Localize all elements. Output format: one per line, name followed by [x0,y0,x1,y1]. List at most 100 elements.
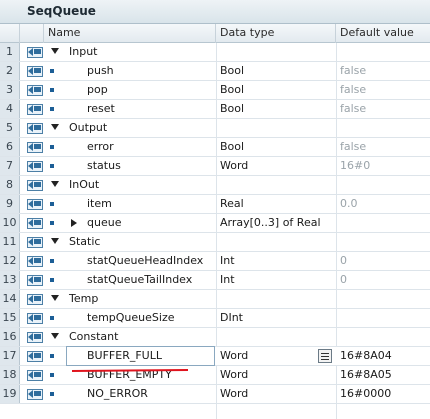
row-number[interactable]: 5 [0,119,20,137]
row-number[interactable]: 9 [0,195,20,213]
param-name[interactable]: reset [87,100,115,118]
param-name[interactable]: status [87,157,121,175]
param-data-type[interactable]: Bool [220,62,244,80]
table-row[interactable]: 4 reset Bool false [0,100,430,119]
table-row[interactable]: 15 tempQueueSize DInt [0,309,430,328]
table-row[interactable]: 9 item Real 0.0 [0,195,430,214]
table-row[interactable]: 3 pop Bool false [0,81,430,100]
table-row[interactable]: 13 statQueueTailIndex Int 0 [0,271,430,290]
row-number[interactable]: 11 [0,233,20,251]
table-row[interactable]: 7 status Word 16#0 [0,157,430,176]
param-default-value[interactable]: 16#8A04 [340,347,392,365]
row-number[interactable]: 18 [0,366,20,384]
param-data-type[interactable]: Word [220,366,248,384]
row-bullet-icon [50,278,54,282]
param-data-type[interactable]: Word [220,385,248,403]
param-data-type[interactable]: DInt [220,309,243,327]
param-name[interactable]: NO_ERROR [87,385,148,403]
param-data-type[interactable]: Bool [220,81,244,99]
row-bullet-icon [50,107,54,111]
collapse-chevron-icon[interactable] [51,124,59,130]
param-default-value[interactable]: false [340,62,366,80]
row-number[interactable]: 1 [0,43,20,61]
row-number[interactable]: 19 [0,385,20,403]
interface-param-icon [27,66,43,77]
row-number[interactable]: 4 [0,100,20,118]
param-name[interactable]: statQueueTailIndex [87,271,192,289]
param-default-value[interactable]: 0 [340,271,347,289]
interface-param-icon [27,256,43,267]
table-row[interactable]: 2 push Bool false [0,62,430,81]
param-name[interactable]: Temp [69,290,98,308]
collapse-chevron-icon[interactable] [51,295,59,301]
row-number[interactable]: 16 [0,328,20,346]
collapse-chevron-icon[interactable] [51,48,59,54]
table-row[interactable]: 5 Output [0,119,430,138]
param-name[interactable]: queue [87,214,121,232]
table-row[interactable]: 17 BUFFER_FULL Word 16#8A04 [0,346,430,366]
param-name[interactable]: statQueueHeadIndex [87,252,203,270]
param-data-type[interactable]: Array[0..3] of Real [220,214,321,232]
table-row[interactable]: 6 error Bool false [0,138,430,157]
param-default-value[interactable]: false [340,100,366,118]
row-number[interactable]: 10 [0,214,20,232]
param-default-value[interactable]: 16#0 [340,157,370,175]
param-default-value[interactable]: 0.0 [340,195,358,213]
param-default-value[interactable]: 0 [340,252,347,270]
param-default-value[interactable]: false [340,138,366,156]
param-data-type[interactable]: Real [220,195,244,213]
header-icon [20,24,44,43]
table-row[interactable]: 10 queue Array[0..3] of Real [0,214,430,233]
param-data-type[interactable]: Bool [220,138,244,156]
param-data-type[interactable]: Int [220,271,235,289]
collapse-chevron-icon[interactable] [51,333,59,339]
table-row[interactable]: 8 InOut [0,176,430,195]
param-name[interactable]: pop [87,81,108,99]
row-bullet-icon [50,145,54,149]
param-data-type[interactable]: Int [220,252,235,270]
param-name[interactable]: error [87,138,114,156]
header-name[interactable]: Name [44,24,216,43]
param-default-value[interactable]: 16#8A05 [340,366,392,384]
table-row[interactable]: 12 statQueueHeadIndex Int 0 [0,252,430,271]
param-default-value[interactable]: 16#0000 [340,385,391,403]
row-number[interactable]: 14 [0,290,20,308]
table-row[interactable]: 11 Static [0,233,430,252]
header-default-value[interactable]: Default value [336,24,430,43]
collapse-chevron-icon[interactable] [51,238,59,244]
table-row[interactable]: 14 Temp [0,290,430,309]
param-data-type[interactable]: Word [220,157,248,175]
expand-chevron-icon[interactable] [71,219,77,227]
interface-param-icon [27,180,43,191]
interface-param-icon [27,199,43,210]
type-browse-icon[interactable] [318,349,332,363]
param-name[interactable]: push [87,62,114,80]
header-data-type[interactable]: Data type [216,24,336,43]
param-name[interactable]: Constant [69,328,118,346]
table-row[interactable]: 18 BUFFER_EMPTY Word 16#8A05 [0,366,430,385]
param-name[interactable]: InOut [69,176,99,194]
row-number[interactable]: 6 [0,138,20,156]
collapse-chevron-icon[interactable] [51,181,59,187]
row-number[interactable]: 15 [0,309,20,327]
row-number[interactable]: 13 [0,271,20,289]
row-number[interactable]: 7 [0,157,20,175]
row-number[interactable]: 3 [0,81,20,99]
table-row[interactable]: 16 Constant [0,328,430,347]
param-data-type[interactable]: Bool [220,100,244,118]
interface-param-icon [27,161,43,172]
param-name[interactable]: Input [69,43,97,61]
param-name[interactable]: BUFFER_FULL [87,347,162,365]
param-name[interactable]: tempQueueSize [87,309,175,327]
param-default-value[interactable]: false [340,81,366,99]
row-number[interactable]: 12 [0,252,20,270]
param-name[interactable]: Static [69,233,100,251]
row-number[interactable]: 2 [0,62,20,80]
param-name[interactable]: item [87,195,112,213]
row-number[interactable]: 17 [0,347,20,365]
row-number[interactable]: 8 [0,176,20,194]
table-row[interactable]: 19 NO_ERROR Word 16#0000 [0,385,430,404]
param-name[interactable]: Output [69,119,107,137]
param-data-type[interactable]: Word [220,347,248,365]
table-row[interactable]: 1 Input [0,43,430,62]
